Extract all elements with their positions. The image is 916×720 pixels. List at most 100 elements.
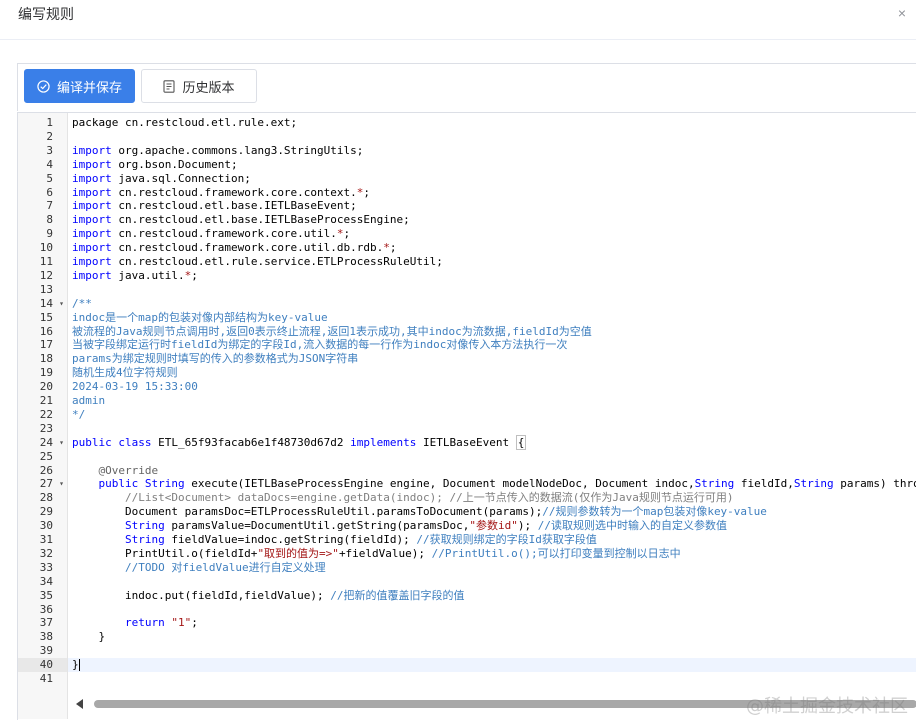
- line-number-label: 3: [46, 143, 53, 157]
- dialog-title: 编写规则: [18, 6, 74, 22]
- code-line[interactable]: 当被字段绑定运行时fieldId为绑定的字段Id,流入数据的每一行作为indoc…: [68, 338, 916, 352]
- code-line[interactable]: import org.bson.Document;: [68, 158, 916, 172]
- line-number-label: 11: [39, 255, 53, 268]
- code-line[interactable]: 2024-03-19 15:33:00: [68, 380, 916, 394]
- code-token: Document paramsDoc=ETLProcessRuleUtil.pa…: [72, 505, 543, 519]
- code-line[interactable]: [68, 672, 916, 686]
- line-number-label: 32: [39, 546, 53, 560]
- code-line[interactable]: indoc是一个map的包装对像内部结构为key-value: [68, 311, 916, 325]
- line-number-25: 25: [18, 450, 67, 464]
- close-icon[interactable]: ×: [898, 6, 906, 20]
- code-line[interactable]: String paramsValue=DocumentUtil.getStrin…: [68, 519, 916, 533]
- scroll-left-icon[interactable]: [76, 699, 83, 709]
- code-line[interactable]: import java.sql.Connection;: [68, 172, 916, 186]
- code-token: //把新的值覆盖旧字段的值: [330, 588, 465, 602]
- code-line[interactable]: [68, 422, 916, 436]
- line-number-label: 36: [39, 602, 53, 616]
- code-line[interactable]: import java.util.*;: [68, 269, 916, 283]
- code-token: params) throws Exception{: [840, 477, 916, 491]
- code-token: public class: [72, 435, 152, 449]
- code-line[interactable]: [68, 603, 916, 617]
- code-line[interactable]: public String execute(IETLBaseProcessEng…: [68, 477, 916, 491]
- line-number-label: 41: [39, 672, 53, 685]
- line-number-label: 39: [39, 644, 53, 658]
- watermark: @稀土掘金技术社区: [746, 696, 908, 717]
- code-token: import: [72, 227, 112, 241]
- code-line[interactable]: admin: [68, 394, 916, 408]
- code-line[interactable]: 被流程的Java规则节点调用时,返回0表示终止流程,返回1表示成功,其中indo…: [68, 325, 916, 339]
- code-token: 随机生成4位字符规则: [72, 366, 178, 380]
- line-number-11: 11: [18, 255, 67, 269]
- line-number-label: 9: [46, 227, 53, 241]
- code-line[interactable]: [68, 130, 916, 144]
- code-line[interactable]: PrintUtil.o(fieldId+"取到的值为=>"+fieldValue…: [68, 547, 916, 561]
- code-token: ;: [363, 185, 371, 199]
- line-number-label: 34: [39, 574, 53, 588]
- code-line[interactable]: [68, 283, 916, 297]
- code-line[interactable]: 随机生成4位字符规则: [68, 366, 916, 380]
- code-line[interactable]: @Override: [68, 464, 916, 478]
- code-editor[interactable]: 1 2 3 4 5 6 7 8 9 10 11 12 13 14 ▾ 15 16 17 18 19 20 21 22 23 24…: [17, 112, 916, 720]
- line-number-35: 35: [18, 589, 67, 603]
- code-token: import: [72, 171, 112, 185]
- code-line[interactable]: indoc.put(fieldId,fieldValue); //把新的值覆盖旧…: [68, 589, 916, 603]
- check-circle-icon: [37, 79, 50, 93]
- code-token: org.bson.Document;: [111, 157, 238, 171]
- dialog-header: 编写规则 ×: [0, 0, 916, 40]
- code-line[interactable]: package cn.restcloud.etl.rule.ext;: [68, 116, 916, 130]
- code-line[interactable]: */: [68, 408, 916, 422]
- line-number-label: 35: [39, 588, 53, 602]
- code-line[interactable]: }: [68, 630, 916, 644]
- line-number-label: 33: [39, 560, 53, 574]
- fold-toggle-icon[interactable]: ▾: [59, 477, 64, 491]
- code-line[interactable]: String fieldValue=indoc.getString(fieldI…: [68, 533, 916, 547]
- code-token: }: [72, 630, 106, 644]
- code-line[interactable]: [68, 450, 916, 464]
- line-number-17: 17: [18, 338, 67, 352]
- code-line[interactable]: import cn.restcloud.framework.core.util.…: [68, 227, 916, 241]
- code-token: @Override: [98, 463, 159, 477]
- code-token: //List<Document> dataDocs=engine.getData…: [124, 491, 734, 505]
- code-line[interactable]: return "1";: [68, 616, 916, 630]
- code-line[interactable]: import cn.restcloud.framework.core.conte…: [68, 186, 916, 200]
- code-line[interactable]: import cn.restcloud.etl.rule.service.ETL…: [68, 255, 916, 269]
- code-line[interactable]: import cn.restcloud.etl.base.IETLBasePro…: [68, 213, 916, 227]
- code-line[interactable]: params为绑定规则时填写的传入的参数格式为JSON字符串: [68, 352, 916, 366]
- code-token: 2024-03-19 15:33:00: [72, 380, 198, 394]
- code-line[interactable]: Document paramsDoc=ETLProcessRuleUtil.pa…: [68, 505, 916, 519]
- code-token: String: [694, 477, 735, 491]
- history-version-button[interactable]: 历史版本: [141, 69, 257, 103]
- code-line[interactable]: //List<Document> dataDocs=engine.getData…: [68, 491, 916, 505]
- code-token: cn.restcloud.framework.core.util.: [111, 227, 337, 241]
- code-token: cn.restcloud.etl.rule.service.ETLProcess…: [111, 255, 443, 268]
- line-number-label: 2: [46, 129, 53, 143]
- code-line[interactable]: import cn.restcloud.framework.core.util.…: [68, 241, 916, 255]
- fold-toggle-icon[interactable]: ▾: [59, 436, 64, 450]
- code-token: ;: [389, 241, 397, 255]
- line-number-5: 5: [18, 172, 67, 186]
- line-number-40: 40: [18, 658, 67, 673]
- history-version-label: 历史版本: [182, 79, 235, 95]
- line-number-29: 29: [18, 505, 67, 519]
- code-line[interactable]: [68, 644, 916, 658]
- code-line[interactable]: }: [68, 658, 916, 673]
- code-line[interactable]: import cn.restcloud.etl.base.IETLBaseEve…: [68, 199, 916, 213]
- compile-save-button[interactable]: 编译并保存: [24, 69, 135, 103]
- line-number-16: 16: [18, 325, 67, 339]
- code-line[interactable]: /**: [68, 297, 916, 311]
- code-area[interactable]: package cn.restcloud.etl.rule.ext; import…: [68, 113, 916, 719]
- code-line[interactable]: public class ETL_65f93facab6e1f48730d67d…: [68, 434, 916, 450]
- code-token: params为绑定规则时填写的传入的参数格式为JSON字符串: [72, 352, 359, 366]
- line-number-41: 41: [18, 672, 67, 686]
- line-number-label: 24: [39, 435, 53, 449]
- code-line[interactable]: //TODO 对fieldValue进行自定义处理: [68, 561, 916, 575]
- document-icon: [163, 79, 176, 93]
- fold-toggle-icon[interactable]: ▾: [59, 297, 64, 311]
- code-line[interactable]: [68, 575, 916, 589]
- code-token: java.sql.Connection;: [111, 171, 251, 185]
- code-token: "参数id": [469, 519, 518, 533]
- code-line[interactable]: import org.apache.commons.lang3.StringUt…: [68, 144, 916, 158]
- code-token: );: [517, 519, 538, 533]
- line-number-label: 1: [46, 116, 53, 129]
